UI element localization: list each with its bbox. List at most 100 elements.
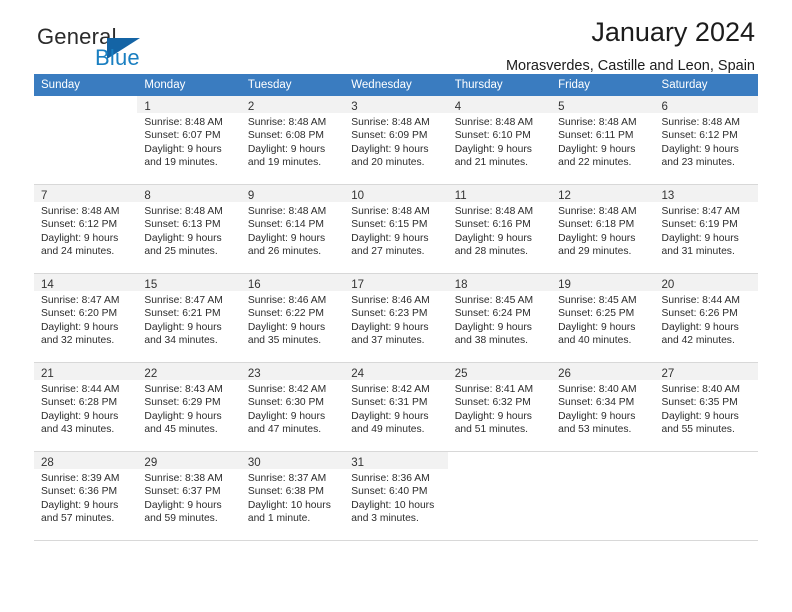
day-cell[interactable]: 25 Sunrise: 8:41 AM Sunset: 6:32 PM Dayligh… (447, 363, 552, 452)
day-cell[interactable]: 13 Sunrise: 8:47 AM Sunset: 6:19 PM Dayligh… (654, 185, 758, 274)
day-cell[interactable]: 20 Sunrise: 8:44 AM Sunset: 6:26 PM Dayligh… (654, 274, 758, 363)
daylight-text-line2: and 19 minutes. (144, 157, 218, 169)
calendar-cell[interactable]: 17 Sunrise: 8:46 AM Sunset: 6:23 PM Dayligh… (344, 274, 448, 363)
sunrise-text: Sunrise: 8:44 AM (661, 295, 740, 306)
calendar-cell[interactable]: 30 Sunrise: 8:37 AM Sunset: 6:38 PM Dayligh… (240, 452, 345, 541)
day-cell[interactable]: 10 Sunrise: 8:48 AM Sunset: 6:15 PM Dayligh… (344, 185, 448, 274)
calendar-cell[interactable]: 26 Sunrise: 8:40 AM Sunset: 6:34 PM Dayligh… (551, 363, 655, 452)
day-number: 11 (454, 190, 467, 202)
day-cell[interactable]: 14 Sunrise: 8:47 AM Sunset: 6:20 PM Dayligh… (34, 274, 138, 363)
calendar-cell[interactable]: 5 Sunrise: 8:48 AM Sunset: 6:11 PM Daylight… (551, 96, 655, 185)
day-cell[interactable]: 7 Sunrise: 8:48 AM Sunset: 6:12 PM Daylight… (34, 185, 138, 274)
day-cell[interactable]: 4 Sunrise: 8:48 AM Sunset: 6:10 PM Daylight… (447, 96, 552, 185)
day-number-bar: 11 (447, 185, 552, 202)
calendar-week-row: 7 Sunrise: 8:48 AM Sunset: 6:12 PM Daylight… (34, 185, 758, 274)
day-info: Sunrise: 8:42 AM Sunset: 6:31 PM Daylight:… (344, 380, 447, 437)
calendar-cell[interactable]: 14 Sunrise: 8:47 AM Sunset: 6:20 PM Dayligh… (34, 274, 138, 363)
day-cell[interactable]: 26 Sunrise: 8:40 AM Sunset: 6:34 PM Dayligh… (551, 363, 655, 452)
calendar-cell[interactable]: 21 Sunrise: 8:44 AM Sunset: 6:28 PM Dayligh… (34, 363, 138, 452)
day-cell[interactable]: 19 Sunrise: 8:45 AM Sunset: 6:25 PM Dayligh… (551, 274, 655, 363)
sunset-text: Sunset: 6:38 PM (247, 486, 324, 498)
daylight-text-line2: and 26 minutes. (247, 246, 322, 258)
day-cell[interactable]: 15 Sunrise: 8:47 AM Sunset: 6:21 PM Dayligh… (137, 274, 241, 363)
day-cell[interactable]: 31 Sunrise: 8:36 AM Sunset: 6:40 PM Dayligh… (344, 452, 448, 541)
day-cell[interactable]: 24 Sunrise: 8:42 AM Sunset: 6:31 PM Dayligh… (344, 363, 448, 452)
calendar-cell[interactable]: 10 Sunrise: 8:48 AM Sunset: 6:15 PM Dayligh… (344, 185, 448, 274)
day-number-bar: 29 (137, 452, 241, 469)
calendar-cell[interactable]: 6 Sunrise: 8:48 AM Sunset: 6:12 PM Daylight… (654, 96, 758, 185)
day-info: Sunrise: 8:40 AM Sunset: 6:34 PM Daylight:… (551, 380, 654, 437)
daylight-text-line2: and 35 minutes. (247, 335, 322, 347)
calendar-cell[interactable]: 19 Sunrise: 8:45 AM Sunset: 6:25 PM Dayligh… (551, 274, 655, 363)
day-cell[interactable]: 1 Sunrise: 8:48 AM Sunset: 6:07 PM Daylight… (137, 96, 241, 185)
calendar-cell[interactable]: 24 Sunrise: 8:42 AM Sunset: 6:31 PM Dayligh… (344, 363, 448, 452)
day-cell[interactable]: 5 Sunrise: 8:48 AM Sunset: 6:11 PM Daylight… (551, 96, 655, 185)
day-cell[interactable]: 3 Sunrise: 8:48 AM Sunset: 6:09 PM Daylight… (344, 96, 448, 185)
title-block: January 2024 Morasverdes, Castille and L… (506, 17, 755, 73)
sunrise-text: Sunrise: 8:38 AM (144, 473, 223, 484)
day-number: 22 (144, 368, 158, 380)
day-cell[interactable]: 23 Sunrise: 8:42 AM Sunset: 6:30 PM Dayligh… (240, 363, 345, 452)
calendar-cell[interactable]: 20 Sunrise: 8:44 AM Sunset: 6:26 PM Dayligh… (654, 274, 758, 363)
calendar-cell[interactable]: 29 Sunrise: 8:38 AM Sunset: 6:37 PM Dayligh… (137, 452, 241, 541)
calendar-cell[interactable]: 7 Sunrise: 8:48 AM Sunset: 6:12 PM Daylight… (34, 185, 138, 274)
calendar-cell[interactable]: 31 Sunrise: 8:36 AM Sunset: 6:40 PM Dayligh… (344, 452, 448, 541)
sunrise-text: Sunrise: 8:46 AM (351, 295, 430, 306)
daylight-text-line2: and 29 minutes. (558, 246, 632, 258)
calendar-cell[interactable]: 3 Sunrise: 8:48 AM Sunset: 6:09 PM Daylight… (344, 96, 448, 185)
calendar-cell[interactable]: 23 Sunrise: 8:42 AM Sunset: 6:30 PM Dayligh… (240, 363, 345, 452)
calendar-cell[interactable]: 4 Sunrise: 8:48 AM Sunset: 6:10 PM Daylight… (447, 96, 552, 185)
calendar-cell[interactable]: 16 Sunrise: 8:46 AM Sunset: 6:22 PM Dayligh… (240, 274, 345, 363)
day-number: 4 (454, 101, 462, 113)
calendar-cell[interactable]: 27 Sunrise: 8:40 AM Sunset: 6:35 PM Dayligh… (654, 363, 758, 452)
daylight-text-line1: Daylight: 9 hours (558, 232, 636, 244)
calendar-cell[interactable]: 9 Sunrise: 8:48 AM Sunset: 6:14 PM Daylight… (240, 185, 345, 274)
day-number: 28 (41, 457, 54, 469)
day-cell[interactable]: 18 Sunrise: 8:45 AM Sunset: 6:24 PM Dayligh… (447, 274, 552, 363)
sunrise-text: Sunrise: 8:43 AM (144, 384, 223, 395)
sunrise-text: Sunrise: 8:36 AM (351, 473, 430, 484)
day-cell[interactable]: 21 Sunrise: 8:44 AM Sunset: 6:28 PM Dayligh… (34, 363, 138, 452)
day-number-bar: 15 (137, 274, 241, 291)
calendar-cell[interactable]: 18 Sunrise: 8:45 AM Sunset: 6:24 PM Dayligh… (447, 274, 552, 363)
day-cell[interactable]: 28 Sunrise: 8:39 AM Sunset: 6:36 PM Dayligh… (34, 452, 138, 541)
calendar-cell[interactable]: 11 Sunrise: 8:48 AM Sunset: 6:16 PM Dayligh… (447, 185, 552, 274)
calendar-cell[interactable]: 25 Sunrise: 8:41 AM Sunset: 6:32 PM Dayligh… (447, 363, 552, 452)
calendar-cell[interactable]: 1 Sunrise: 8:48 AM Sunset: 6:07 PM Daylight… (137, 96, 241, 185)
day-number: 26 (558, 368, 571, 380)
sunrise-text: Sunrise: 8:48 AM (661, 117, 740, 128)
calendar-cell[interactable]: 13 Sunrise: 8:47 AM Sunset: 6:19 PM Dayligh… (654, 185, 758, 274)
calendar-cell[interactable]: 2 Sunrise: 8:48 AM Sunset: 6:08 PM Daylight… (240, 96, 345, 185)
calendar-cell-empty (34, 96, 138, 185)
brand-name-blue: Blue (95, 45, 140, 70)
calendar-cell[interactable]: 8 Sunrise: 8:48 AM Sunset: 6:13 PM Daylight… (137, 185, 241, 274)
daylight-text-line1: Daylight: 9 hours (144, 321, 222, 333)
day-number-bar: 2 (240, 96, 345, 113)
calendar-cell[interactable]: 12 Sunrise: 8:48 AM Sunset: 6:18 PM Dayligh… (551, 185, 655, 274)
daylight-text-line2: and 37 minutes. (351, 335, 425, 347)
calendar-cell[interactable]: 22 Sunrise: 8:43 AM Sunset: 6:29 PM Dayligh… (137, 363, 241, 452)
day-info: Sunrise: 8:48 AM Sunset: 6:14 PM Daylight:… (241, 202, 344, 259)
calendar-cell[interactable]: 15 Sunrise: 8:47 AM Sunset: 6:21 PM Dayligh… (137, 274, 241, 363)
daylight-text-line2: and 55 minutes. (661, 424, 735, 436)
day-number-bar: 24 (344, 363, 448, 380)
calendar-cell[interactable]: 28 Sunrise: 8:39 AM Sunset: 6:36 PM Dayligh… (34, 452, 138, 541)
day-cell[interactable]: 11 Sunrise: 8:48 AM Sunset: 6:16 PM Dayligh… (447, 185, 552, 274)
day-cell[interactable]: 16 Sunrise: 8:46 AM Sunset: 6:22 PM Dayligh… (240, 274, 345, 363)
brand-logo[interactable]: General Blue (37, 26, 140, 69)
day-cell[interactable]: 17 Sunrise: 8:46 AM Sunset: 6:23 PM Dayligh… (344, 274, 448, 363)
day-cell[interactable]: 12 Sunrise: 8:48 AM Sunset: 6:18 PM Dayligh… (551, 185, 655, 274)
day-info: Sunrise: 8:48 AM Sunset: 6:12 PM Daylight:… (655, 113, 758, 170)
sunrise-text: Sunrise: 8:47 AM (661, 206, 740, 217)
day-cell[interactable]: 9 Sunrise: 8:48 AM Sunset: 6:14 PM Daylight… (240, 185, 345, 274)
day-cell[interactable]: 27 Sunrise: 8:40 AM Sunset: 6:35 PM Dayligh… (654, 363, 758, 452)
sunset-text: Sunset: 6:34 PM (558, 397, 635, 409)
day-cell[interactable]: 30 Sunrise: 8:37 AM Sunset: 6:38 PM Dayligh… (240, 452, 345, 541)
day-cell[interactable]: 6 Sunrise: 8:48 AM Sunset: 6:12 PM Daylight… (654, 96, 758, 185)
day-number: 13 (661, 190, 675, 202)
day-cell[interactable]: 29 Sunrise: 8:38 AM Sunset: 6:37 PM Dayligh… (137, 452, 241, 541)
day-cell[interactable]: 22 Sunrise: 8:43 AM Sunset: 6:29 PM Dayligh… (137, 363, 241, 452)
day-cell[interactable]: 8 Sunrise: 8:48 AM Sunset: 6:13 PM Daylight… (137, 185, 241, 274)
day-cell[interactable]: 2 Sunrise: 8:48 AM Sunset: 6:08 PM Daylight… (240, 96, 345, 185)
daylight-text-line2: and 42 minutes. (661, 335, 735, 347)
